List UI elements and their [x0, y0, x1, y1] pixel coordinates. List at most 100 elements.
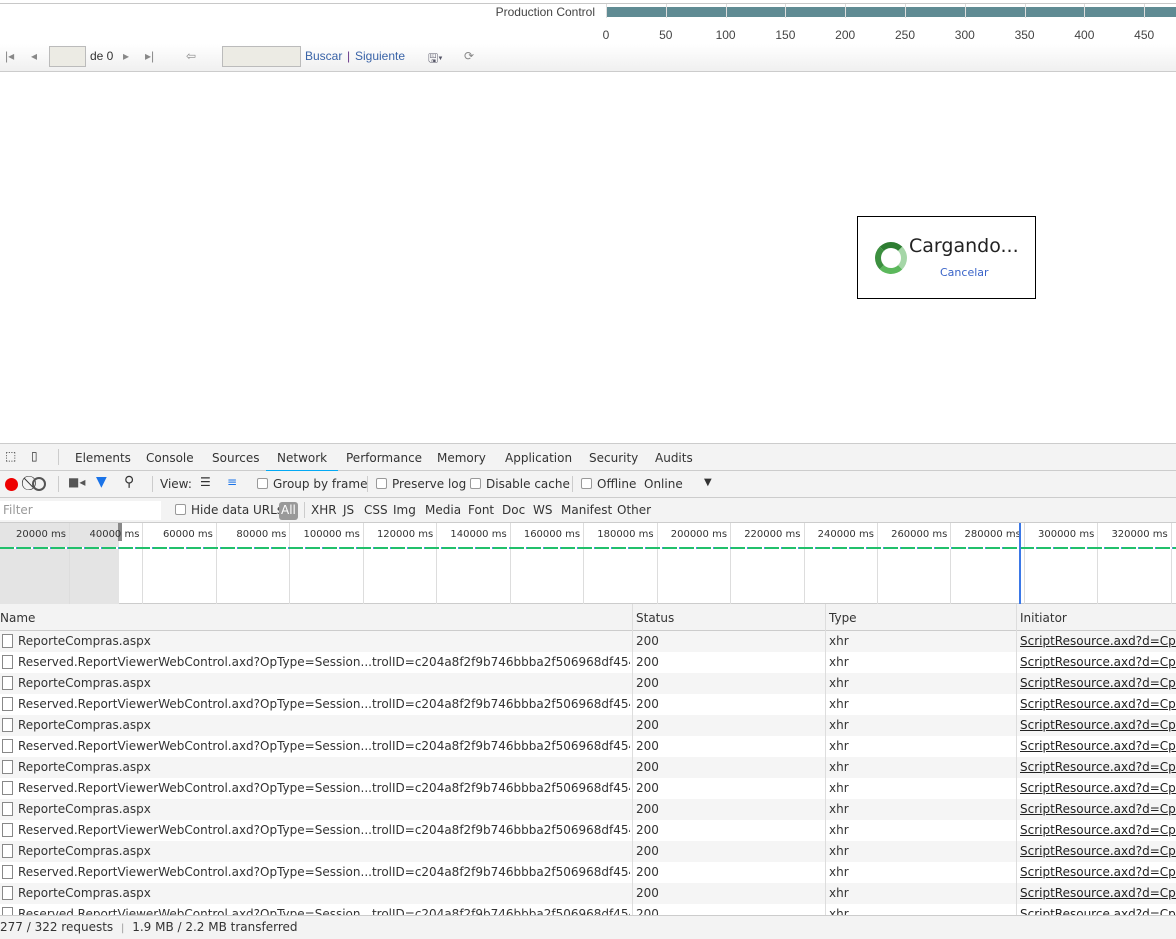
record-icon[interactable] — [5, 478, 18, 491]
request-name[interactable]: Reserved.ReportViewerWebControl.axd?OpTy… — [18, 739, 630, 753]
network-overview-timeline[interactable]: 20000 ms 40000 ms 60000 ms 80000 ms 100000 m… — [0, 523, 1176, 604]
request-initiator-link[interactable]: ScriptResource.axd?d=CpSh3l — [1020, 718, 1176, 732]
column-divider[interactable] — [825, 604, 826, 915]
filter-input[interactable]: Filter — [0, 501, 161, 520]
filter-type-other[interactable]: Other — [617, 503, 651, 517]
overview-icon[interactable]: ≡ — [227, 475, 237, 489]
request-name[interactable]: ReporteCompras.aspx — [18, 844, 630, 858]
request-initiator-link[interactable]: ScriptResource.axd?d=CpSh3l — [1020, 655, 1176, 669]
search-icon[interactable]: ⚲ — [124, 474, 134, 490]
filter-type-xhr[interactable]: XHR — [311, 503, 337, 517]
table-row[interactable]: ReporteCompras.aspx 200 xhr ScriptResource.… — [0, 883, 1176, 904]
request-name[interactable]: ReporteCompras.aspx — [18, 718, 630, 732]
table-row[interactable]: Reserved.ReportViewerWebControl.axd?OpTy… — [0, 652, 1176, 673]
tab-sources[interactable]: Sources — [212, 451, 259, 465]
request-initiator-link[interactable]: ScriptResource.axd?d=CpSh3l — [1020, 844, 1176, 858]
table-row[interactable]: Reserved.ReportViewerWebControl.axd?OpTy… — [0, 862, 1176, 883]
tab-console[interactable]: Console — [146, 451, 194, 465]
request-initiator-link[interactable]: ScriptResource.axd?d=CpSh3l — [1020, 886, 1176, 900]
first-page-icon[interactable]: |◂ — [5, 49, 14, 63]
cancel-link[interactable]: Cancelar — [940, 266, 989, 279]
column-header-initiator[interactable]: Initiator — [1020, 611, 1067, 625]
request-initiator-link[interactable]: ScriptResource.axd?d=CpSh3l — [1020, 823, 1176, 837]
request-name[interactable]: Reserved.ReportViewerWebControl.axd?OpTy… — [18, 865, 630, 879]
column-header-status[interactable]: Status — [636, 611, 674, 625]
tab-elements[interactable]: Elements — [75, 451, 131, 465]
throttling-select[interactable]: Online — [644, 477, 683, 491]
request-initiator-link[interactable]: ScriptResource.axd?d=CpSh3l — [1020, 802, 1176, 816]
refresh-icon[interactable]: ⟳ — [464, 49, 474, 63]
request-name[interactable]: ReporteCompras.aspx — [18, 676, 630, 690]
tab-application[interactable]: Application — [505, 451, 572, 465]
request-name[interactable]: ReporteCompras.aspx — [18, 886, 630, 900]
disable-cache-checkbox[interactable]: Disable cache — [470, 477, 570, 491]
filter-type-manifest[interactable]: Manifest — [561, 503, 612, 517]
request-initiator-link[interactable]: ScriptResource.axd?d=CpSh3l — [1020, 760, 1176, 774]
filter-icon[interactable]: ▼ — [96, 474, 107, 490]
filter-type-img[interactable]: Img — [393, 503, 416, 517]
request-initiator-link[interactable]: ScriptResource.axd?d=CpSh3l — [1020, 907, 1176, 915]
request-initiator-link[interactable]: ScriptResource.axd?d=CpSh3l — [1020, 739, 1176, 753]
chevron-down-icon[interactable]: ▼ — [704, 477, 712, 488]
tab-network[interactable]: Network — [266, 451, 339, 472]
request-name[interactable]: Reserved.ReportViewerWebControl.axd?OpTy… — [18, 823, 630, 837]
column-header-type[interactable]: Type — [829, 611, 857, 625]
tab-security[interactable]: Security — [589, 451, 638, 465]
request-initiator-link[interactable]: ScriptResource.axd?d=CpSh3l — [1020, 781, 1176, 795]
tab-performance[interactable]: Performance — [346, 451, 422, 465]
column-header-name[interactable]: Name — [0, 611, 35, 625]
filter-type-all[interactable]: All — [279, 502, 298, 520]
large-rows-icon[interactable]: ☰ — [200, 475, 211, 489]
table-row[interactable]: Reserved.ReportViewerWebControl.axd?OpTy… — [0, 904, 1176, 915]
table-row[interactable]: ReporteCompras.aspx 200 xhr ScriptResource.… — [0, 841, 1176, 862]
request-name[interactable]: Reserved.ReportViewerWebControl.axd?OpTy… — [18, 781, 630, 795]
request-initiator-link[interactable]: ScriptResource.axd?d=CpSh3l — [1020, 676, 1176, 690]
tab-memory[interactable]: Memory — [437, 451, 486, 465]
table-row[interactable]: Reserved.ReportViewerWebControl.axd?OpTy… — [0, 694, 1176, 715]
request-initiator-link[interactable]: ScriptResource.axd?d=CpSh3l — [1020, 865, 1176, 879]
request-name[interactable]: ReporteCompras.aspx — [18, 634, 630, 648]
clear-icon[interactable] — [32, 477, 46, 491]
filter-type-doc[interactable]: Doc — [502, 503, 525, 517]
device-toolbar-icon[interactable]: ▯ — [31, 449, 38, 463]
table-row[interactable]: Reserved.ReportViewerWebControl.axd?OpTy… — [0, 736, 1176, 757]
table-row[interactable]: ReporteCompras.aspx 200 xhr ScriptResource.… — [0, 799, 1176, 820]
inspect-element-icon[interactable]: ⬚ — [5, 449, 16, 463]
screenshot-camera-icon[interactable]: ■◂ — [68, 475, 85, 489]
group-by-frame-checkbox[interactable]: Group by frame — [257, 477, 367, 491]
request-name[interactable]: ReporteCompras.aspx — [18, 760, 630, 774]
request-name[interactable]: Reserved.ReportViewerWebControl.axd?OpTy… — [18, 907, 630, 915]
hide-data-urls-checkbox[interactable]: Hide data URLs — [175, 503, 283, 517]
back-icon[interactable]: ⇦ — [186, 49, 196, 63]
find-input[interactable] — [222, 46, 301, 67]
filter-type-font[interactable]: Font — [468, 503, 494, 517]
request-type: xhr — [829, 697, 849, 711]
previous-page-icon[interactable]: ◂ — [31, 49, 37, 63]
table-row[interactable]: ReporteCompras.aspx 200 xhr ScriptResource.… — [0, 673, 1176, 694]
table-row[interactable]: ReporteCompras.aspx 200 xhr ScriptResource.… — [0, 715, 1176, 736]
column-divider[interactable] — [632, 604, 633, 915]
column-divider[interactable] — [1016, 604, 1017, 915]
request-initiator-link[interactable]: ScriptResource.axd?d=CpSh3l — [1020, 697, 1176, 711]
export-save-icon[interactable]: 🖫▾ — [428, 49, 443, 70]
filter-type-css[interactable]: CSS — [364, 503, 388, 517]
offline-checkbox[interactable]: Offline — [581, 477, 636, 491]
next-page-icon[interactable]: ▸ — [123, 49, 129, 63]
request-initiator-link[interactable]: ScriptResource.axd?d=CpSh3l — [1020, 634, 1176, 648]
find-link[interactable]: Buscar — [305, 49, 342, 63]
request-name[interactable]: Reserved.ReportViewerWebControl.axd?OpTy… — [18, 697, 630, 711]
filter-type-js[interactable]: JS — [343, 503, 354, 517]
table-row[interactable]: Reserved.ReportViewerWebControl.axd?OpTy… — [0, 778, 1176, 799]
last-page-icon[interactable]: ▸| — [145, 49, 154, 63]
table-row[interactable]: Reserved.ReportViewerWebControl.axd?OpTy… — [0, 820, 1176, 841]
next-link[interactable]: Siguiente — [355, 49, 405, 63]
request-name[interactable]: Reserved.ReportViewerWebControl.axd?OpTy… — [18, 655, 630, 669]
filter-type-ws[interactable]: WS — [533, 503, 552, 517]
tab-audits[interactable]: Audits — [655, 451, 693, 465]
table-row[interactable]: ReporteCompras.aspx 200 xhr ScriptResource.… — [0, 757, 1176, 778]
request-name[interactable]: ReporteCompras.aspx — [18, 802, 630, 816]
filter-type-media[interactable]: Media — [425, 503, 461, 517]
page-number-input[interactable] — [49, 46, 86, 67]
table-row[interactable]: ReporteCompras.aspx 200 xhr ScriptResource.… — [0, 631, 1176, 652]
preserve-log-checkbox[interactable]: Preserve log — [376, 477, 466, 491]
